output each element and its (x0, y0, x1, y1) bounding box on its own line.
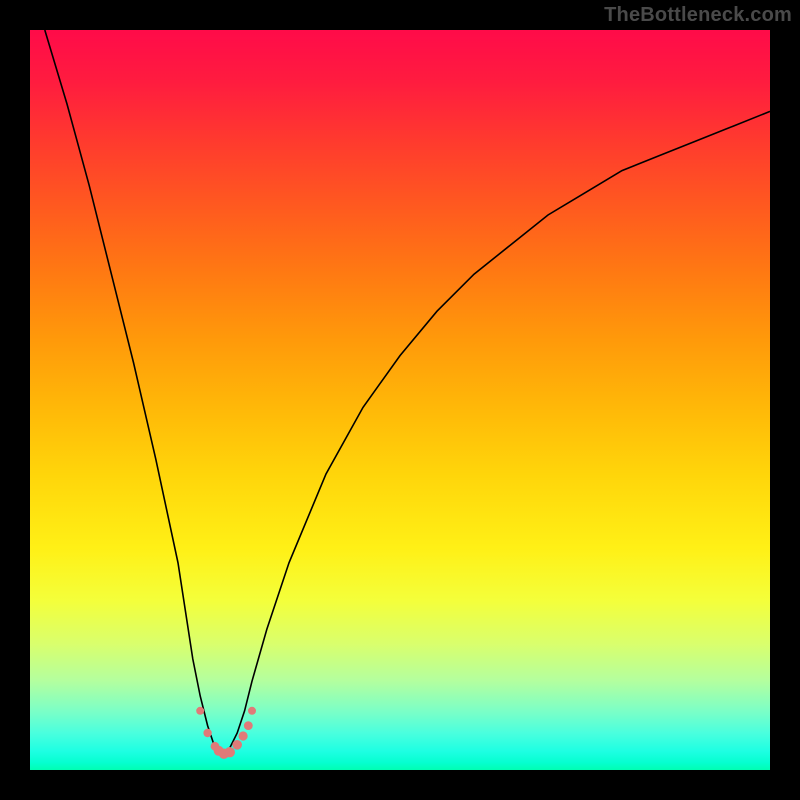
floor-dot (248, 707, 256, 715)
watermark-text: TheBottleneck.com (604, 4, 792, 27)
plot-area (30, 30, 770, 770)
floor-dot (232, 740, 242, 750)
floor-dot (196, 707, 204, 715)
floor-dot (244, 721, 253, 730)
floor-dot (225, 747, 235, 757)
chart-frame: TheBottleneck.com (0, 0, 800, 800)
floor-dot (203, 729, 211, 737)
bottleneck-curve (45, 30, 770, 755)
chart-svg (30, 30, 770, 770)
floor-dot (239, 731, 248, 740)
